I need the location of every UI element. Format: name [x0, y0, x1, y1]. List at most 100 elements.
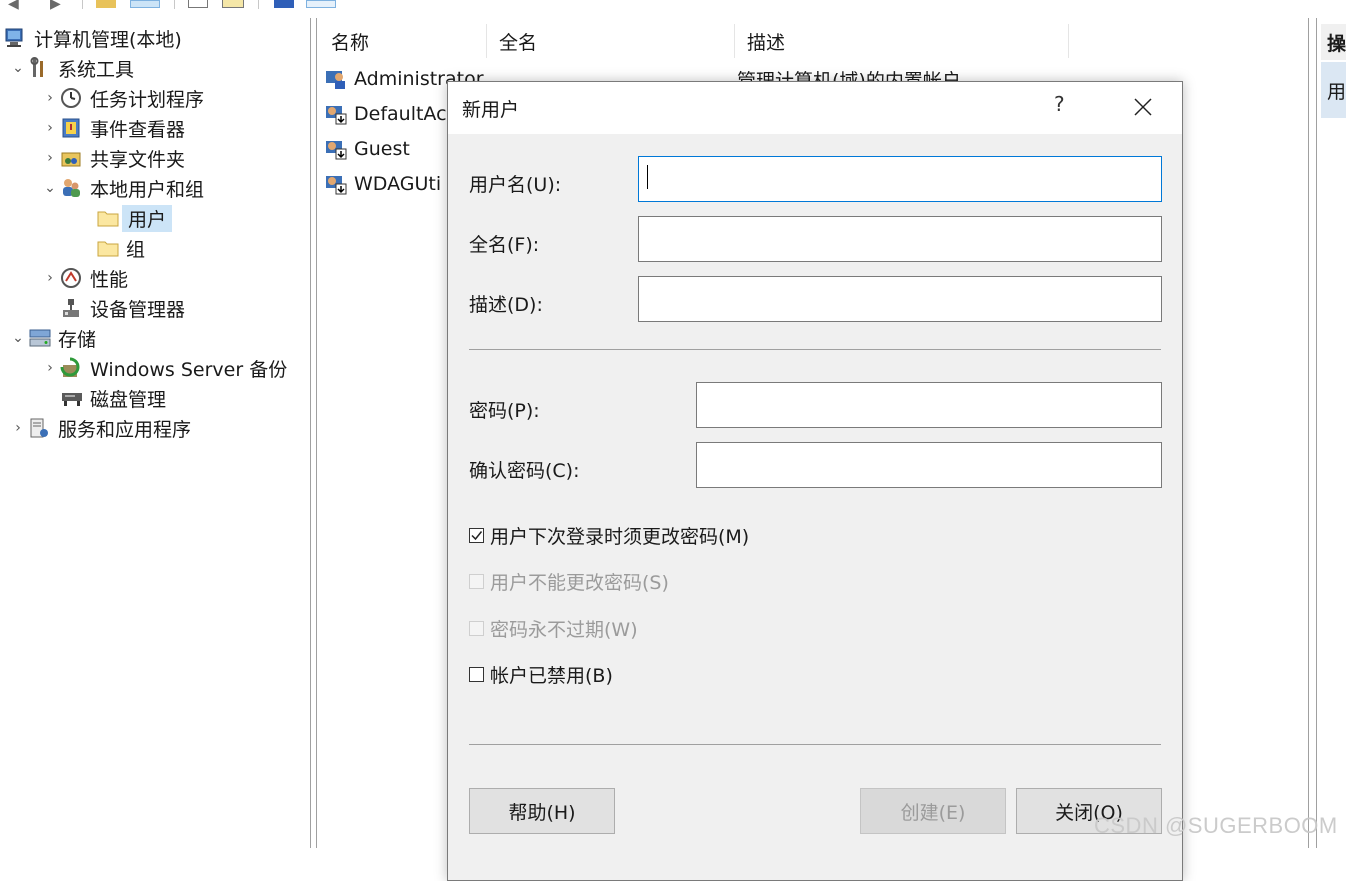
- username-field[interactable]: [638, 156, 1162, 202]
- tree-item-computer-management[interactable]: 计算机管理(本地): [4, 23, 182, 53]
- password-field[interactable]: [696, 382, 1162, 428]
- toolbar-separator: [174, 0, 175, 9]
- column-header-description[interactable]: 描述: [735, 24, 1069, 58]
- help-question-icon[interactable]: ?: [1054, 92, 1065, 116]
- help-book-icon[interactable]: [274, 0, 294, 8]
- performance-gauge-icon: [60, 267, 82, 289]
- tree-label: 磁盘管理: [90, 388, 167, 411]
- checkbox-label: 用户下次登录时须更改密码(M): [490, 526, 750, 548]
- tree-item-services-applications[interactable]: › 服务和应用程序: [8, 413, 191, 443]
- computer-icon: [4, 27, 26, 49]
- user-name: Guest: [354, 138, 410, 160]
- column-header-fullname[interactable]: 全名: [487, 24, 735, 58]
- table-row[interactable]: DefaultAc: [325, 99, 447, 129]
- device-manager-icon: [60, 297, 82, 319]
- tree-label: 计算机管理(本地): [34, 28, 182, 51]
- toolbar: ◀ ▶: [0, 0, 1346, 14]
- tree-item-storage[interactable]: ⌄ 存储: [8, 323, 96, 353]
- tree-item-system-tools[interactable]: ⌄ 系统工具: [8, 53, 134, 83]
- tree-item-event-viewer[interactable]: › 事件查看器: [40, 113, 185, 143]
- tree-label: 共享文件夹: [90, 148, 186, 171]
- chevron-right-icon[interactable]: ›: [40, 360, 60, 376]
- chevron-down-icon[interactable]: ⌄: [8, 330, 28, 346]
- watermark: CSDN @SUGERBOOM: [1094, 813, 1338, 838]
- toolbar-separator: [82, 0, 83, 9]
- tree-item-performance[interactable]: › 性能: [40, 263, 128, 293]
- export-list-icon[interactable]: [222, 0, 244, 8]
- description-label: 描述(D):: [469, 294, 543, 316]
- tree-item-disk-management[interactable]: 磁盘管理: [60, 383, 166, 413]
- folder-icon: [96, 207, 119, 229]
- column-label: 全名: [499, 31, 538, 54]
- chevron-right-icon[interactable]: ›: [40, 120, 60, 136]
- dialog-title: 新用户: [462, 99, 520, 121]
- tree-label: 用户: [122, 204, 173, 232]
- tree-item-groups[interactable]: 组: [96, 233, 145, 263]
- fullname-field[interactable]: [638, 216, 1162, 262]
- checkbox-unchecked-icon: [469, 667, 484, 682]
- console-tree: 计算机管理(本地) ⌄ 系统工具 › 任务计划程序 › 事件查看器 › 共享文件…: [0, 18, 311, 848]
- table-row[interactable]: WDAGUti: [325, 169, 441, 199]
- chevron-right-icon[interactable]: ›: [40, 150, 60, 166]
- chevron-right-icon[interactable]: ›: [8, 420, 28, 436]
- column-header-name[interactable]: 名称: [319, 24, 487, 58]
- tree-label: 事件查看器: [90, 118, 186, 141]
- tree-item-users[interactable]: 用户: [96, 203, 173, 233]
- event-log-icon: [60, 117, 82, 139]
- chevron-right-icon[interactable]: ›: [40, 90, 60, 106]
- tree-label: 性能: [90, 268, 129, 291]
- help-button[interactable]: 帮助(H): [469, 788, 615, 834]
- tree-item-windows-server-backup[interactable]: › Windows Server 备份: [40, 353, 287, 383]
- dialog-titlebar: 新用户 ?: [448, 82, 1182, 134]
- must-change-password-checkbox[interactable]: 用户下次登录时须更改密码(M): [469, 522, 749, 549]
- checkbox-disabled-icon: [469, 621, 484, 636]
- services-icon: [28, 417, 50, 439]
- cannot-change-password-checkbox: 用户不能更改密码(S): [469, 568, 669, 595]
- actions-pane: 操 用: [1316, 18, 1346, 848]
- tree-label: 服务和应用程序: [58, 418, 192, 441]
- show-tree-icon[interactable]: [130, 0, 160, 8]
- column-label: 名称: [331, 31, 370, 54]
- tree-label: 本地用户和组: [90, 178, 205, 201]
- chevron-down-icon[interactable]: ⌄: [40, 180, 60, 196]
- folder-up-icon[interactable]: [96, 0, 116, 8]
- tree-label: 系统工具: [58, 58, 135, 81]
- shared-folder-icon: [60, 147, 82, 169]
- action-pane-toggle-icon[interactable]: [306, 0, 336, 8]
- forward-arrow-icon[interactable]: ▶: [50, 0, 61, 11]
- tree-label: 存储: [58, 328, 97, 351]
- checkbox-checked-icon: [469, 528, 484, 543]
- chevron-right-icon[interactable]: ›: [40, 270, 60, 286]
- backup-icon: [60, 357, 82, 379]
- users-group-icon: [60, 177, 82, 199]
- tree-label: Windows Server 备份: [90, 358, 288, 381]
- storage-icon: [28, 327, 51, 349]
- checkbox-label: 帐户已禁用(B): [490, 665, 613, 687]
- admin-user-icon: [325, 68, 349, 90]
- actions-item-users[interactable]: 用: [1321, 62, 1346, 118]
- text-caret: [647, 165, 648, 189]
- new-user-dialog: 新用户 ? 用户名(U): 全名(F): 描述(D): 密码(P): 确认密码(…: [447, 81, 1183, 881]
- tree-label: 组: [126, 238, 146, 261]
- disabled-user-icon: [325, 138, 349, 160]
- password-never-expires-checkbox: 密码永不过期(W): [469, 615, 638, 642]
- description-field[interactable]: [638, 276, 1162, 322]
- chevron-down-icon[interactable]: ⌄: [8, 60, 28, 76]
- account-disabled-checkbox[interactable]: 帐户已禁用(B): [469, 661, 613, 688]
- disabled-user-icon: [325, 173, 349, 195]
- checkbox-disabled-icon: [469, 574, 484, 589]
- tree-item-shared-folders[interactable]: › 共享文件夹: [40, 143, 185, 173]
- disk-icon: [60, 387, 82, 409]
- tree-item-device-manager[interactable]: 设备管理器: [60, 293, 185, 323]
- tree-item-local-users-groups[interactable]: ⌄ 本地用户和组: [40, 173, 204, 203]
- tree-item-task-scheduler[interactable]: › 任务计划程序: [40, 83, 204, 113]
- confirm-password-label: 确认密码(C):: [469, 460, 580, 482]
- folder-icon: [96, 237, 119, 259]
- confirm-password-field[interactable]: [696, 442, 1162, 488]
- column-label: 描述: [747, 31, 786, 54]
- password-label: 密码(P):: [469, 400, 540, 422]
- properties-icon[interactable]: [188, 0, 208, 8]
- close-icon[interactable]: [1130, 94, 1156, 120]
- table-row[interactable]: Guest: [325, 134, 410, 164]
- back-arrow-icon[interactable]: ◀: [8, 0, 19, 11]
